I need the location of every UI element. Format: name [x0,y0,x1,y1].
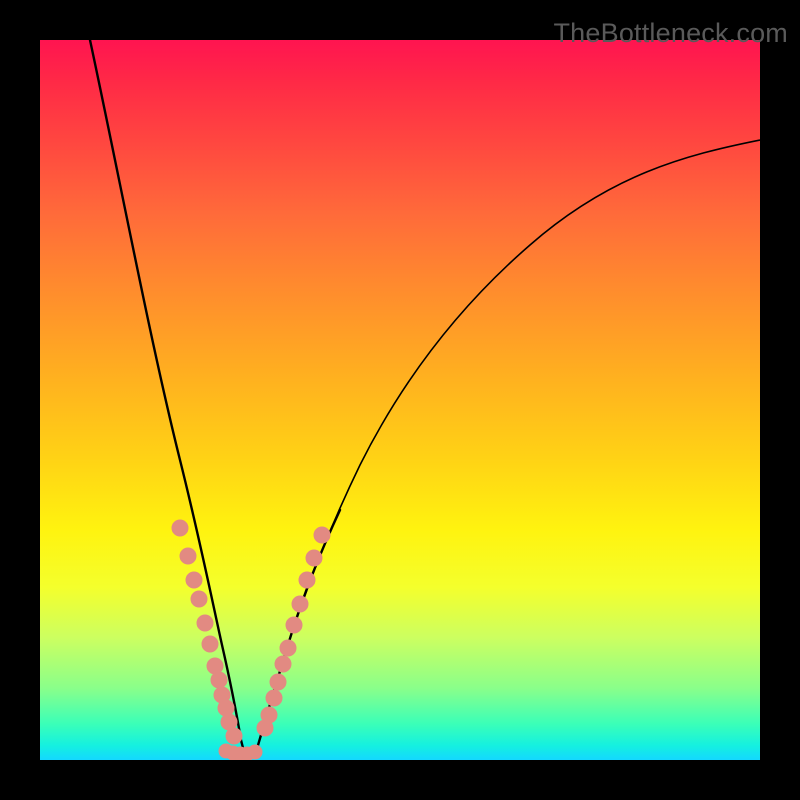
curve-right-branch [256,140,760,752]
right-dot-cluster [257,527,330,736]
watermark-text: TheBottleneck.com [553,18,788,49]
bottom-dot-cluster [219,744,262,760]
plot-area [40,40,760,760]
left-dot-cluster [172,520,242,744]
chart-svg [40,40,760,760]
curve-left-branch [90,40,244,752]
chart-frame: TheBottleneck.com [0,0,800,800]
